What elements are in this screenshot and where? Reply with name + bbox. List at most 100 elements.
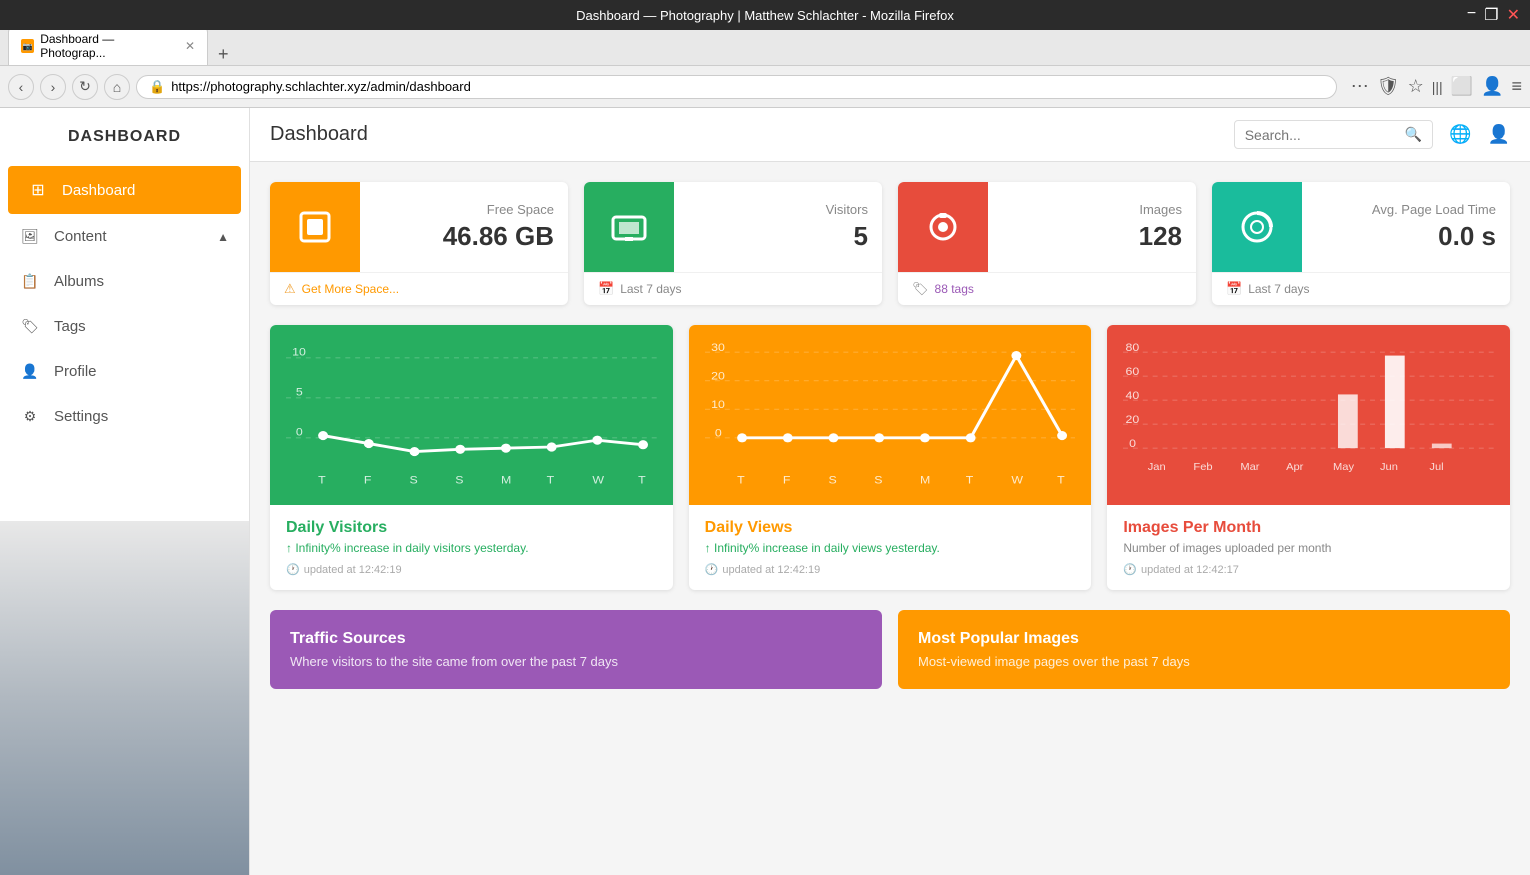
url-input[interactable] <box>171 79 1324 94</box>
svg-text:S: S <box>410 473 418 486</box>
chart-daily-visitors: 10 5 0 T <box>270 325 673 590</box>
clock-icon-month: 🕐 <box>1123 563 1137 576</box>
chart-updated-visitors: 🕐 updated at 12:42:19 <box>286 563 657 576</box>
svg-text:0: 0 <box>296 425 303 438</box>
minimize-btn[interactable]: − <box>1467 5 1476 25</box>
new-tab-btn[interactable]: + <box>212 44 235 65</box>
get-more-space-link[interactable]: Get More Space... <box>302 282 399 296</box>
home-btn[interactable]: ⌂ <box>104 74 130 100</box>
svg-text:Jun: Jun <box>1380 461 1398 473</box>
chart-title-month: Images Per Month <box>1123 519 1494 537</box>
bookmark-icon[interactable]: ☆ <box>1408 76 1424 97</box>
search-input[interactable] <box>1245 127 1405 143</box>
sidebar-item-tags[interactable]: 🏷 Tags <box>0 304 249 349</box>
svg-text:0: 0 <box>715 426 722 439</box>
popular-title: Most Popular Images <box>918 630 1490 648</box>
sidebar-label-content: Content <box>54 228 203 245</box>
library-icon[interactable]: ||| <box>1432 79 1443 95</box>
sidebar-label-settings: Settings <box>54 408 229 425</box>
clock-icon-views: 🕐 <box>705 563 719 576</box>
chart-area-views: 30 20 10 0 <box>689 325 1092 505</box>
forward-btn[interactable]: › <box>40 74 66 100</box>
shield-icon: 🛡 <box>1377 76 1400 97</box>
dashboard-icon: ⊞ <box>28 180 48 200</box>
stat-card-top-freespace: Free Space 46.86 GB <box>270 182 568 272</box>
chart-updated-month: 🕐 updated at 12:42:17 <box>1123 563 1494 576</box>
browser-title: Dashboard — Photography | Matthew Schlac… <box>576 8 954 23</box>
visitors-footer: 📅 Last 7 days <box>584 272 882 305</box>
svg-text:80: 80 <box>1126 340 1140 353</box>
svg-text:May: May <box>1333 461 1355 473</box>
more-btn[interactable]: ⋯ <box>1351 76 1369 97</box>
content-arrow-icon: ▲ <box>217 230 229 244</box>
chart-daily-views: 30 20 10 0 <box>689 325 1092 590</box>
loadtime-value: 0.0 s <box>1316 221 1496 252</box>
back-btn[interactable]: ‹ <box>8 74 34 100</box>
charts-grid: 10 5 0 T <box>250 325 1530 610</box>
svg-text:S: S <box>455 473 463 486</box>
sidebar-background-image <box>0 521 249 875</box>
window-controls[interactable]: − ❐ ✕ <box>1467 5 1520 25</box>
svg-text:5: 5 <box>296 385 303 398</box>
globe-icon[interactable]: 🌐 <box>1449 124 1471 145</box>
svg-text:Jul: Jul <box>1430 461 1444 473</box>
tab-close-btn[interactable]: ✕ <box>185 39 195 53</box>
chart-title-views: Daily Views <box>705 519 1076 537</box>
chart-images-month: 80 60 40 20 0 Jan <box>1107 325 1510 590</box>
browser-titlebar: Dashboard — Photography | Matthew Schlac… <box>0 0 1530 30</box>
clock-icon-visitors: 🕐 <box>286 563 300 576</box>
visitors-subtitle-text: Infinity% increase in daily visitors yes… <box>295 541 528 555</box>
chart-footer-visitors: Daily Visitors Infinity% increase in dai… <box>270 505 673 590</box>
chart-updated-views: 🕐 updated at 12:42:19 <box>705 563 1076 576</box>
lock-icon: 🔒 <box>149 79 165 95</box>
stat-card-top-visitors: Visitors 5 <box>584 182 882 272</box>
stats-grid: Free Space 46.86 GB ⚠ Get More Space... <box>250 162 1530 325</box>
stat-images-info: Images 128 <box>988 190 1196 264</box>
tab-view-icon[interactable]: ⬜ <box>1451 76 1473 97</box>
sidebar-item-dashboard[interactable]: ⊞ Dashboard <box>8 166 241 214</box>
svg-text:T: T <box>965 473 973 486</box>
chart-area-visitors: 10 5 0 T <box>270 325 673 505</box>
images-label: Images <box>1002 202 1182 217</box>
svg-text:60: 60 <box>1126 364 1140 377</box>
traffic-title: Traffic Sources <box>290 630 862 648</box>
svg-text:Jan: Jan <box>1148 461 1166 473</box>
svg-text:F: F <box>782 473 790 486</box>
loadtime-footer: 📅 Last 7 days <box>1212 272 1510 305</box>
stat-card-top-images: Images 128 <box>898 182 1196 272</box>
header-right: 🔍 🌐 👤 <box>1234 120 1510 149</box>
sidebar-label-dashboard: Dashboard <box>62 182 221 199</box>
svg-text:W: W <box>592 473 604 486</box>
sidebar-item-albums[interactable]: 📋 Albums <box>0 259 249 304</box>
freespace-value: 46.86 GB <box>374 221 554 252</box>
calendar-icon-loadtime: 📅 <box>1226 281 1242 297</box>
main-content: Dashboard 🔍 🌐 👤 <box>250 108 1530 875</box>
stat-card-images: Images 128 🏷 88 tags <box>898 182 1196 305</box>
svg-text:F: F <box>364 473 372 486</box>
stat-visitors-info: Visitors 5 <box>674 190 882 264</box>
svg-text:40: 40 <box>1126 388 1140 401</box>
sidebar-item-content[interactable]: 🖼 Content ▲ <box>0 214 249 259</box>
tab-bar: 📷 Dashboard — Photograp... ✕ + <box>0 30 1530 66</box>
user-header-icon[interactable]: 👤 <box>1488 124 1510 145</box>
views-chart-svg: 30 20 10 0 <box>705 335 1076 495</box>
sidebar-item-profile[interactable]: 👤 Profile <box>0 349 249 394</box>
tab-favicon: 📷 <box>21 39 34 53</box>
active-tab[interactable]: 📷 Dashboard — Photograp... ✕ <box>8 26 208 65</box>
reload-btn[interactable]: ↻ <box>72 74 98 100</box>
images-icon <box>898 182 988 272</box>
visitors-footer-text: Last 7 days <box>620 282 681 296</box>
app-container: DASHBOARD ⊞ Dashboard 🖼 Content ▲ 📋 Albu… <box>0 108 1530 875</box>
restore-btn[interactable]: ❐ <box>1484 5 1498 25</box>
browser-toolbar: ‹ › ↻ ⌂ 🔒 ⋯ 🛡 ☆ ||| ⬜ 👤 ≡ <box>0 66 1530 108</box>
search-icon[interactable]: 🔍 <box>1405 126 1422 143</box>
menu-icon[interactable]: ≡ <box>1511 76 1522 97</box>
svg-text:S: S <box>874 473 882 486</box>
close-btn[interactable]: ✕ <box>1507 5 1520 25</box>
sidebar-item-settings[interactable]: ⚙ Settings <box>0 394 249 439</box>
svg-text:10: 10 <box>292 345 306 358</box>
month-chart-svg: 80 60 40 20 0 Jan <box>1123 335 1494 495</box>
profile-icon[interactable]: 👤 <box>1481 76 1503 97</box>
images-value: 128 <box>1002 221 1182 252</box>
tags-link[interactable]: 88 tags <box>935 282 974 296</box>
